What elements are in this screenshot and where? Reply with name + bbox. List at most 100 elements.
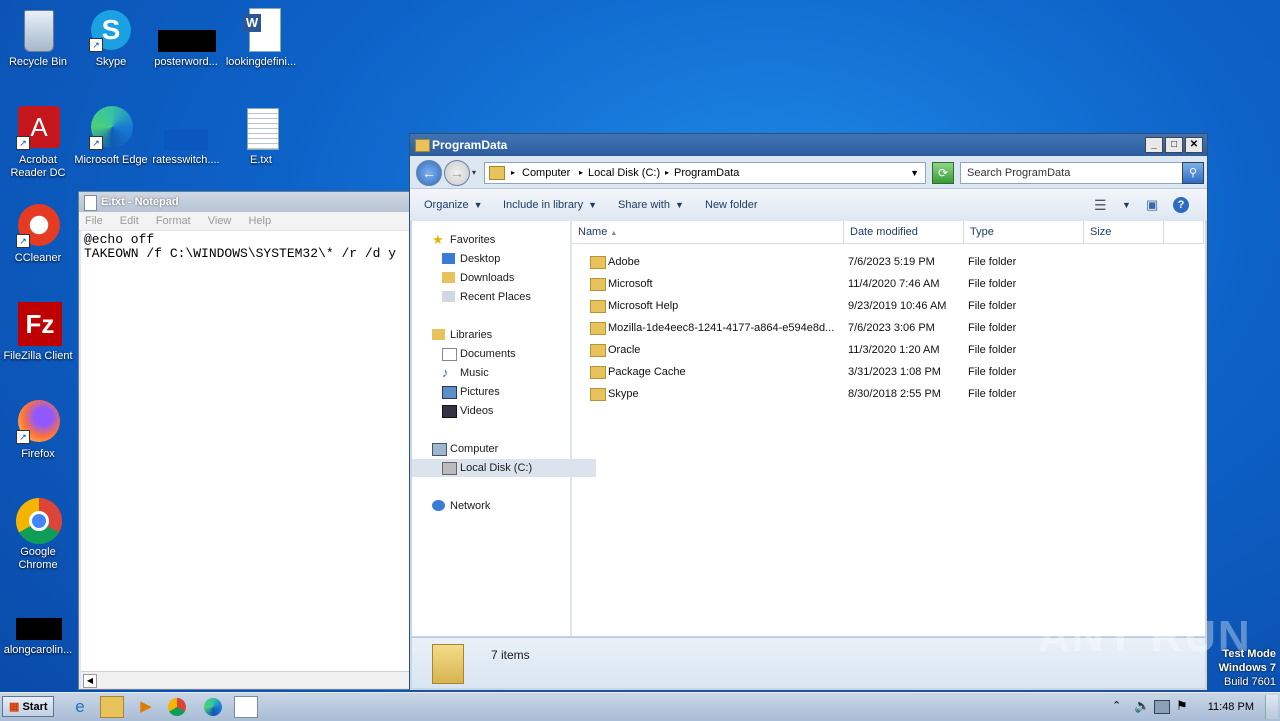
search-icon[interactable]: ⚲ [1182, 162, 1204, 184]
nav-computer[interactable]: Computer [430, 440, 498, 458]
scroll-left-icon[interactable]: ◀ [83, 674, 97, 688]
recent-pages-chevron-icon[interactable]: ▾ [472, 168, 476, 177]
edge-taskbar-icon[interactable] [204, 698, 222, 716]
column-header-size[interactable]: Size [1084, 221, 1164, 244]
menu-help[interactable]: Help [248, 215, 271, 227]
start-button[interactable]: ▦ Start [2, 696, 54, 717]
view-dropdown-icon[interactable]: ▼ [1122, 189, 1131, 221]
desktop-icon-firefox[interactable]: ↗ Firefox [0, 400, 76, 461]
desktop-icon-ccleaner[interactable]: ↗ CCleaner [0, 204, 76, 265]
table-row[interactable]: Adobe 7/6/2023 5:19 PM File folder [572, 251, 1197, 273]
new-folder-button[interactable]: New folder [705, 189, 758, 221]
desktop-icon-label: Microsoft Edge [74, 154, 148, 166]
nav-music[interactable]: ♪ Music [440, 364, 489, 382]
nav-network[interactable]: Network [430, 497, 490, 515]
include-in-library-button[interactable]: Include in library ▼ [503, 189, 597, 221]
explorer-window[interactable]: ProgramData _ □ ✕ ← → ▾ ▸ Computer ▸ Loc… [409, 133, 1208, 691]
table-row[interactable]: Microsoft Help 9/23/2019 10:46 AM File fol… [572, 295, 1197, 317]
nav-label: Favorites [450, 234, 496, 246]
chrome-taskbar-icon[interactable] [168, 698, 186, 716]
crumb-local-disk[interactable]: Local Disk (C:) [588, 163, 660, 183]
nav-label: Local Disk (C:) [460, 462, 533, 474]
word-doc-icon: W [239, 8, 283, 52]
column-header-name[interactable]: Name ▲ [572, 221, 844, 244]
menu-view[interactable]: View [208, 215, 232, 227]
desktop-icon-filezilla[interactable]: Fz FileZilla Client [0, 302, 76, 363]
network-icon [432, 500, 445, 511]
nav-desktop[interactable]: Desktop [440, 250, 500, 268]
action-center-flag-icon[interactable]: ⚑ [1176, 698, 1188, 714]
horizontal-scrollbar[interactable]: ◀ [81, 671, 417, 688]
desktop-icon-lookingdefini[interactable]: W lookingdefini... [223, 8, 299, 69]
minimize-button[interactable]: _ [1145, 137, 1163, 153]
chevron-right-icon[interactable]: ▸ [665, 163, 669, 183]
chevron-right-icon[interactable]: ▸ [511, 163, 515, 183]
desktop-icon-e-txt[interactable]: E.txt [223, 106, 299, 167]
menu-edit[interactable]: Edit [120, 215, 139, 227]
clock[interactable]: 11:48 PM [1208, 693, 1254, 721]
pictures-icon [442, 386, 457, 399]
nav-pictures[interactable]: Pictures [440, 383, 500, 401]
organize-button[interactable]: Organize ▼ [424, 189, 483, 221]
show-hidden-icons-icon[interactable]: ⌃ [1112, 699, 1121, 712]
nav-label: Computer [450, 443, 499, 455]
test-mode-watermark: Test Mode Windows 7 Build 7601 [1219, 647, 1276, 689]
table-row[interactable]: Skype 8/30/2018 2:55 PM File folder [572, 383, 1197, 405]
search-input[interactable]: Search ProgramData [960, 162, 1188, 184]
maximize-button[interactable]: □ [1165, 137, 1183, 153]
nav-local-disk[interactable]: Local Disk (C:) [412, 459, 596, 477]
notepad-window[interactable]: E.txt - Notepad File Edit Format View He… [78, 191, 420, 690]
nav-videos[interactable]: Videos [440, 402, 493, 420]
desktop-icon-chrome[interactable]: Google Chrome [0, 498, 76, 572]
folder-icon [590, 344, 606, 357]
explorer-titlebar[interactable]: ProgramData _ □ ✕ [410, 134, 1207, 156]
crumb-computer[interactable]: Computer [522, 163, 570, 183]
network-tray-icon[interactable] [1154, 700, 1170, 714]
nav-favorites[interactable]: ★ Favorites [430, 231, 495, 249]
media-player-icon[interactable]: ▶ [134, 696, 158, 718]
column-header-type[interactable]: Type [964, 221, 1084, 244]
desktop-icon-label: lookingdefini... [225, 56, 297, 68]
explorer-body: ★ Favorites Desktop Downloads Recent Plac… [412, 221, 1205, 636]
column-header-date[interactable]: Date modified [844, 221, 964, 244]
menu-file[interactable]: File [85, 215, 103, 227]
explorer-title: ProgramData [432, 138, 508, 152]
address-box[interactable]: ▸ Computer ▸ Local Disk (C:) ▸ ProgramDa… [484, 162, 926, 184]
forward-button[interactable]: → [444, 160, 470, 186]
internet-explorer-icon[interactable]: e [68, 696, 92, 718]
close-button[interactable]: ✕ [1185, 137, 1203, 153]
notepad-text-area[interactable]: @echo off TAKEOWN /f C:\WINDOWS\SYSTEM32… [81, 231, 417, 671]
volume-icon[interactable]: 🔈 [1134, 698, 1150, 714]
explorer-taskbar-icon[interactable] [100, 696, 124, 718]
table-row[interactable]: Microsoft 11/4/2020 7:46 AM File folder [572, 273, 1197, 295]
table-row[interactable]: Oracle 11/3/2020 1:20 AM File folder [572, 339, 1197, 361]
notepad-taskbar-icon[interactable] [234, 696, 258, 718]
nav-recent-places[interactable]: Recent Places [440, 288, 531, 306]
share-with-button[interactable]: Share with ▼ [618, 189, 684, 221]
menu-format[interactable]: Format [156, 215, 191, 227]
show-desktop-button[interactable] [1265, 695, 1278, 719]
help-icon[interactable]: ? [1173, 197, 1189, 213]
column-header-extra[interactable] [1164, 221, 1204, 244]
nav-documents[interactable]: Documents [440, 345, 516, 363]
back-button[interactable]: ← [416, 160, 442, 186]
desktop-icon-recycle-bin[interactable]: Recycle Bin [0, 8, 76, 69]
desktop-icon-edge[interactable]: ↗ Microsoft Edge [73, 106, 149, 167]
table-row[interactable]: Package Cache 3/31/2023 1:08 PM File folde… [572, 361, 1197, 383]
table-row[interactable]: Mozilla-1de4eec8-1241-4177-a864-e594e8d.… [572, 317, 1197, 339]
refresh-button[interactable]: ⟳ [932, 162, 954, 184]
address-dropdown-icon[interactable]: ▼ [910, 163, 919, 183]
nav-libraries[interactable]: Libraries [430, 326, 492, 344]
desktop-icon-ratesswitch[interactable]: ratesswitch.... [148, 106, 224, 167]
preview-pane-icon[interactable]: ▣ [1146, 189, 1158, 221]
desktop-icon-alongcarolin[interactable]: alongcarolin... [0, 596, 76, 657]
crumb-programdata[interactable]: ProgramData [674, 163, 739, 183]
desktop-icon-acrobat[interactable]: A ↗ Acrobat Reader DC [0, 106, 76, 180]
desktop-icon-posterword[interactable]: posterword... [148, 8, 224, 69]
view-options-icon[interactable]: ☰ [1094, 189, 1107, 221]
file-type: File folder [968, 344, 1017, 356]
notepad-titlebar[interactable]: E.txt - Notepad [79, 192, 419, 212]
nav-downloads[interactable]: Downloads [440, 269, 514, 287]
desktop-icon-skype[interactable]: S ↗ Skype [73, 8, 149, 69]
chevron-right-icon[interactable]: ▸ [579, 163, 583, 183]
